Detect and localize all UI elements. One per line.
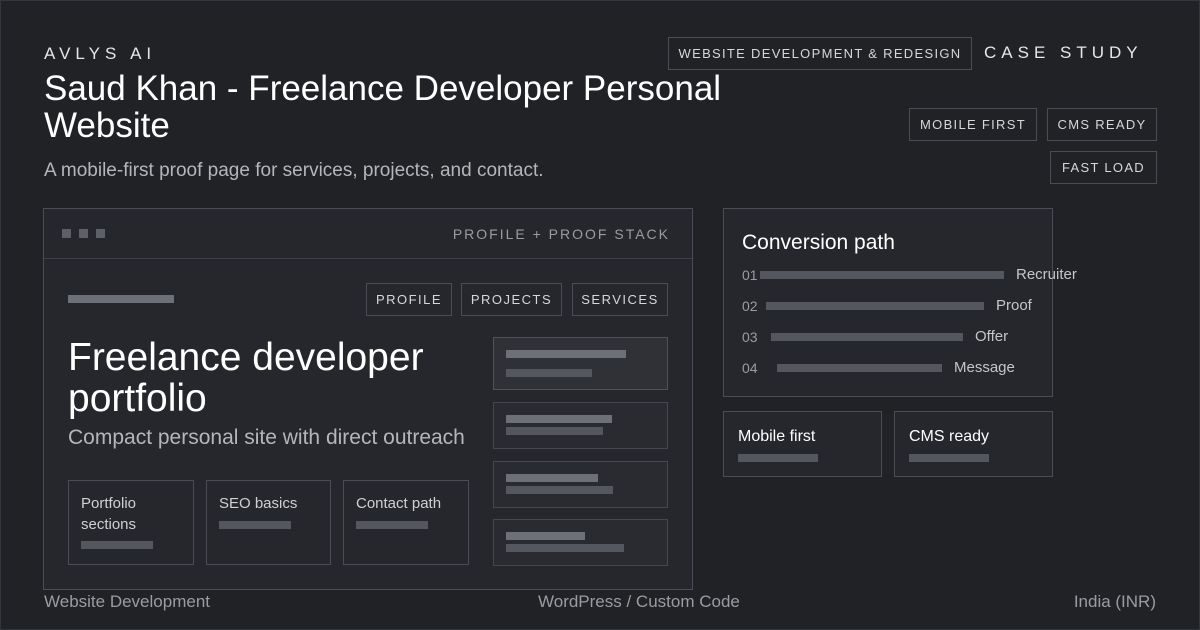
- placeholder-bar: [506, 532, 585, 540]
- nav-projects-button[interactable]: PROJECTS: [461, 283, 562, 316]
- browser-toolbar: PROFILE + PROOF STACK: [44, 209, 692, 259]
- placeholder-bar: [506, 474, 598, 482]
- feature-bar: [81, 541, 153, 549]
- step-bar: [766, 302, 984, 310]
- mini-card-bar: [738, 454, 818, 462]
- step-label: Message: [954, 359, 1015, 376]
- mini-card-bar: [909, 454, 989, 462]
- badge-fast-load: FAST LOAD: [1050, 151, 1157, 184]
- placeholder-card: [493, 461, 668, 508]
- mini-card-mobile-first: Mobile first: [723, 411, 882, 477]
- page-title: Saud Khan - Freelance Developer Personal…: [44, 69, 722, 145]
- placeholder-card: [493, 519, 668, 566]
- step-label: Recruiter: [1016, 266, 1077, 283]
- step-number: 03: [742, 329, 758, 345]
- placeholder-bar: [506, 427, 603, 435]
- category-tag: WEBSITE DEVELOPMENT & REDESIGN: [668, 37, 972, 70]
- feature-card-portfolio: Portfolio sections: [68, 480, 194, 565]
- window-dot-icon: [62, 229, 71, 238]
- browser-mockup: PROFILE + PROOF STACK PROFILE PROJECTS S…: [43, 208, 693, 590]
- logo-placeholder: [68, 295, 174, 303]
- footer-region: India (INR): [1073, 592, 1156, 611]
- step-number: 04: [742, 360, 758, 376]
- placeholder-bar: [506, 486, 613, 494]
- window-dot-icon: [96, 229, 105, 238]
- feature-label: Contact path: [356, 495, 442, 512]
- placeholder-bar: [506, 544, 624, 552]
- placeholder-bar: [506, 369, 592, 377]
- conversion-title: Conversion path: [742, 231, 895, 254]
- step-bar: [771, 333, 963, 341]
- step-label: Offer: [975, 328, 1009, 345]
- feature-card-seo: SEO basics: [206, 480, 331, 565]
- footer-category: Website Development: [44, 592, 210, 611]
- browser-label: PROFILE + PROOF STACK: [452, 226, 670, 242]
- feature-card-contact: Contact path: [343, 480, 469, 565]
- step-bar: [777, 364, 942, 372]
- page-subtitle: A mobile-first proof page for services, …: [44, 160, 544, 181]
- feature-bar: [219, 521, 291, 529]
- footer-tech-stack: WordPress / Custom Code: [538, 592, 740, 611]
- placeholder-bar: [506, 415, 612, 423]
- mini-card-label: Mobile first: [738, 428, 816, 445]
- placeholder-card: [493, 337, 668, 390]
- hero-subtitle: Compact personal site with direct outrea…: [68, 426, 465, 449]
- placeholder-bar: [506, 350, 626, 358]
- step-label: Proof: [996, 297, 1032, 314]
- feature-label: Portfolio sections: [81, 495, 137, 533]
- window-dot-icon: [79, 229, 88, 238]
- badge-cms-ready: CMS READY: [1047, 108, 1157, 141]
- brand-name: AVLYS AI: [44, 44, 157, 63]
- case-study-label: CASE STUDY: [984, 43, 1143, 62]
- nav-services-button[interactable]: SERVICES: [572, 283, 668, 316]
- nav-profile-button[interactable]: PROFILE: [366, 283, 452, 316]
- mini-card-label: CMS ready: [909, 428, 990, 445]
- mini-card-cms-ready: CMS ready: [894, 411, 1053, 477]
- step-number: 01: [742, 267, 758, 283]
- placeholder-card: [493, 402, 668, 449]
- conversion-path-card: Conversion path 01 Recruiter 02 Proof 03…: [723, 208, 1077, 397]
- step-number: 02: [742, 298, 758, 314]
- step-bar: [760, 271, 1004, 279]
- feature-label: SEO basics: [219, 495, 298, 512]
- feature-bar: [356, 521, 428, 529]
- badge-mobile-first: MOBILE FIRST: [909, 108, 1037, 141]
- hero-title: Freelance developer portfolio: [68, 336, 424, 420]
